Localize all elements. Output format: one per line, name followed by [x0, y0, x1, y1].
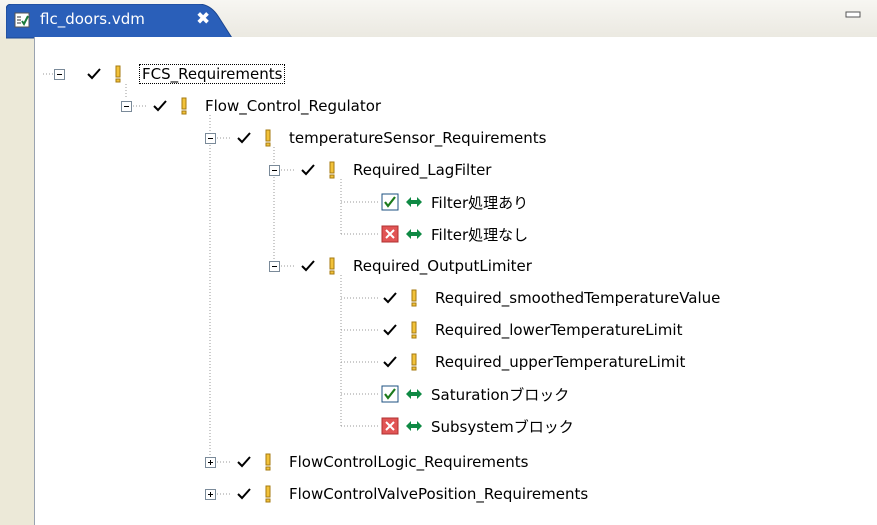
tree-item-flow-control-valve[interactable]: FlowControlValvePosition_Requirements: [235, 479, 588, 509]
tab-title: flc_doors.vdm: [40, 10, 145, 28]
tree-item-label: temperatureSensor_Requirements: [289, 129, 547, 147]
bidirectional-arrow-icon: [405, 193, 423, 211]
requirements-tree: FCS_Requirements Flow_Control_Regulator …: [34, 37, 877, 525]
bidirectional-arrow-icon: [405, 417, 423, 435]
editor-tab-bar: flc_doors.vdm ✖: [0, 0, 877, 40]
tree-item-label: Required_OutputLimiter: [353, 257, 532, 275]
minimize-icon[interactable]: [845, 9, 861, 21]
checked-checkbox-icon[interactable]: [381, 193, 399, 211]
tree-item-temperature-sensor-requirements[interactable]: temperatureSensor_Requirements: [235, 123, 546, 153]
exclamation-icon: [259, 129, 277, 147]
check-icon: [235, 129, 253, 147]
collapse-icon[interactable]: [205, 133, 216, 144]
close-icon[interactable]: ✖: [196, 9, 210, 29]
tree-item-label: FlowControlValvePosition_Requirements: [289, 485, 589, 503]
exclamation-icon: [405, 321, 423, 339]
tree-item-filter-yes[interactable]: Filter処理あり: [381, 187, 528, 217]
checked-checkbox-icon[interactable]: [381, 385, 399, 403]
check-icon: [151, 97, 169, 115]
tree-item-label: Required_lowerTemperatureLimit: [435, 321, 683, 339]
tree-item-label: FCS_Requirements: [139, 64, 286, 84]
exclamation-icon: [405, 289, 423, 307]
exclamation-icon: [405, 353, 423, 371]
check-icon: [381, 321, 399, 339]
tree-item-label: Required_LagFilter: [353, 161, 492, 179]
check-icon: [299, 257, 317, 275]
check-icon: [381, 289, 399, 307]
tree-item-saturation-block[interactable]: Saturationブロック: [381, 379, 569, 409]
tree-item-subsystem-block[interactable]: Subsystemブロック: [381, 411, 574, 441]
exclamation-icon: [323, 161, 341, 179]
check-icon: [381, 353, 399, 371]
collapse-icon[interactable]: [54, 69, 65, 80]
collapse-icon[interactable]: [121, 101, 132, 112]
bidirectional-arrow-icon: [405, 225, 423, 243]
tree-item-fcs-requirements[interactable]: FCS_Requirements: [85, 59, 286, 89]
tree-item-label: Flow_Control_Regulator: [205, 97, 382, 115]
check-icon: [299, 161, 317, 179]
tree-item-label: FlowControlLogic_Requirements: [289, 453, 529, 471]
expand-icon[interactable]: [205, 457, 216, 468]
tree-item-label: Subsystemブロック: [431, 417, 574, 436]
collapse-icon[interactable]: [269, 261, 280, 272]
tree-item-required-lagfilter[interactable]: Required_LagFilter: [299, 155, 491, 185]
exclamation-icon: [259, 485, 277, 503]
tree-item-required-upper-limit[interactable]: Required_upperTemperatureLimit: [381, 347, 685, 377]
rejected-checkbox-icon[interactable]: [381, 417, 399, 435]
tree-item-label: Filter処理あり: [431, 193, 529, 212]
collapse-icon[interactable]: [269, 165, 280, 176]
tree-item-filter-no[interactable]: Filter処理なし: [381, 219, 528, 249]
exclamation-icon: [109, 65, 127, 83]
tree-item-label: Filter処理なし: [431, 225, 529, 244]
exclamation-icon: [259, 453, 277, 471]
check-icon: [235, 485, 253, 503]
expand-icon[interactable]: [205, 489, 216, 500]
exclamation-icon: [175, 97, 193, 115]
tree-item-required-output-limiter[interactable]: Required_OutputLimiter: [299, 251, 532, 281]
bidirectional-arrow-icon: [405, 385, 423, 403]
check-icon: [85, 65, 103, 83]
vdm-file-icon: [14, 12, 30, 28]
tree-item-flow-control-logic[interactable]: FlowControlLogic_Requirements: [235, 447, 528, 477]
tree-item-required-smoothed[interactable]: Required_smoothedTemperatureValue: [381, 283, 720, 313]
rejected-checkbox-icon[interactable]: [381, 225, 399, 243]
exclamation-icon: [323, 257, 341, 275]
tree-item-required-lower-limit[interactable]: Required_lowerTemperatureLimit: [381, 315, 682, 345]
tree-item-label: Required_upperTemperatureLimit: [435, 353, 686, 371]
tree-item-label: Saturationブロック: [431, 385, 570, 404]
check-icon: [235, 453, 253, 471]
tree-item-label: Required_smoothedTemperatureValue: [435, 289, 721, 307]
tree-item-flow-control-regulator[interactable]: Flow_Control_Regulator: [151, 91, 381, 121]
editor-tab[interactable]: flc_doors.vdm ✖: [6, 4, 234, 40]
